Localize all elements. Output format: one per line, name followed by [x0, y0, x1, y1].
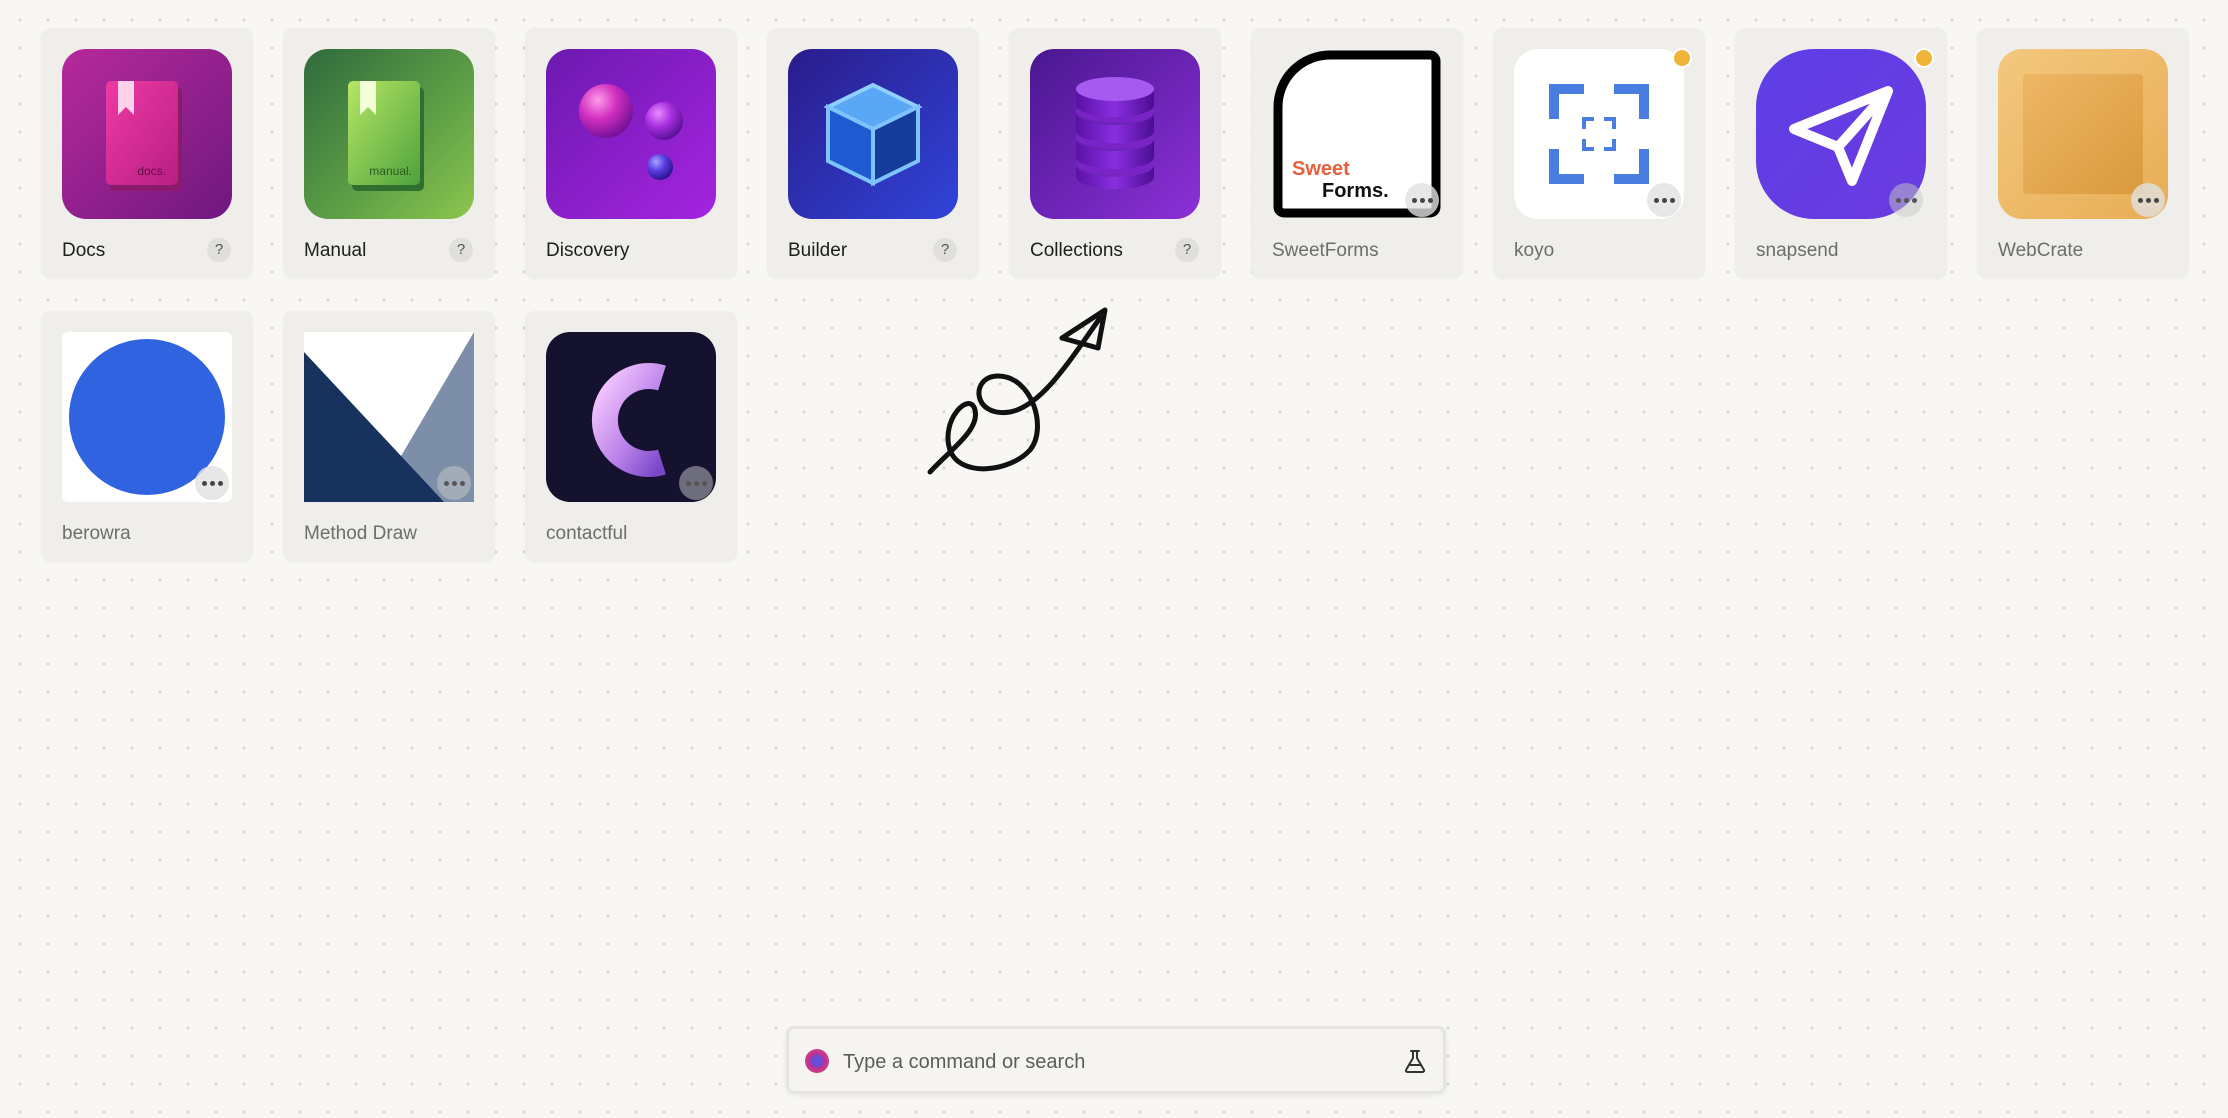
app-label: koyo: [1514, 240, 1555, 261]
help-button[interactable]: ?: [449, 238, 473, 262]
help-button[interactable]: ?: [933, 238, 957, 262]
app-label: WebCrate: [1998, 240, 2084, 261]
app-tile-manual[interactable]: manual. Manual ?: [283, 28, 495, 278]
app-tile-snapsend[interactable]: snapsend: [1735, 28, 1947, 278]
app-tile-builder[interactable]: Builder ?: [767, 28, 979, 278]
app-label: Discovery: [546, 240, 630, 261]
app-tile-webcrate[interactable]: WebCrate: [1977, 28, 2189, 278]
scribble-drawing: [927, 307, 1108, 475]
docs-icon: docs.: [62, 49, 232, 219]
app-label: Builder: [788, 240, 848, 261]
docs-icon-badge: docs.: [137, 164, 166, 178]
app-label: berowra: [62, 523, 131, 544]
flask-icon[interactable]: [1401, 1047, 1429, 1075]
more-options-button[interactable]: [1647, 183, 1681, 217]
app-logo-icon: [805, 1049, 829, 1073]
app-tile-contactful[interactable]: contactful: [525, 311, 737, 561]
manual-icon: manual.: [304, 49, 474, 219]
notification-badge: [1914, 48, 1934, 68]
help-button[interactable]: ?: [207, 238, 231, 262]
app-label: Docs: [62, 240, 106, 261]
app-tile-collections[interactable]: Collections ?: [1009, 28, 1221, 278]
app-tile-koyo[interactable]: koyo: [1493, 28, 1705, 278]
app-tile-berowra[interactable]: berowra: [41, 311, 253, 561]
command-search-input[interactable]: [841, 1041, 1385, 1083]
collections-icon: [1030, 49, 1200, 219]
app-tile-sweetforms[interactable]: Sweet Forms. SweetForms: [1251, 28, 1463, 278]
more-options-button[interactable]: [679, 466, 713, 500]
app-label: Method Draw: [304, 523, 417, 544]
command-bar[interactable]: [786, 1026, 1446, 1094]
app-label: Collections: [1030, 240, 1123, 261]
notification-badge: [1672, 48, 1692, 68]
app-tile-discovery[interactable]: Discovery: [525, 28, 737, 278]
builder-icon: [788, 49, 958, 219]
app-label: Manual: [304, 240, 367, 261]
app-label: SweetForms: [1272, 240, 1379, 261]
help-button[interactable]: ?: [1175, 238, 1199, 262]
manual-icon-badge: manual.: [369, 164, 412, 178]
more-options-button[interactable]: [195, 466, 229, 500]
app-tile-docs[interactable]: docs. Docs ?: [41, 28, 253, 278]
sweetforms-icon-text-2: Forms.: [1322, 180, 1389, 202]
more-options-button[interactable]: [2131, 183, 2165, 217]
app-tile-method-draw[interactable]: Method Draw: [283, 311, 495, 561]
more-options-button[interactable]: [1405, 183, 1439, 217]
discovery-icon: [546, 49, 716, 219]
sweetforms-icon-text-1: Sweet: [1292, 158, 1350, 180]
app-label: contactful: [546, 523, 628, 544]
more-options-button[interactable]: [437, 466, 471, 500]
app-label: snapsend: [1756, 240, 1839, 261]
more-options-button[interactable]: [1889, 183, 1923, 217]
